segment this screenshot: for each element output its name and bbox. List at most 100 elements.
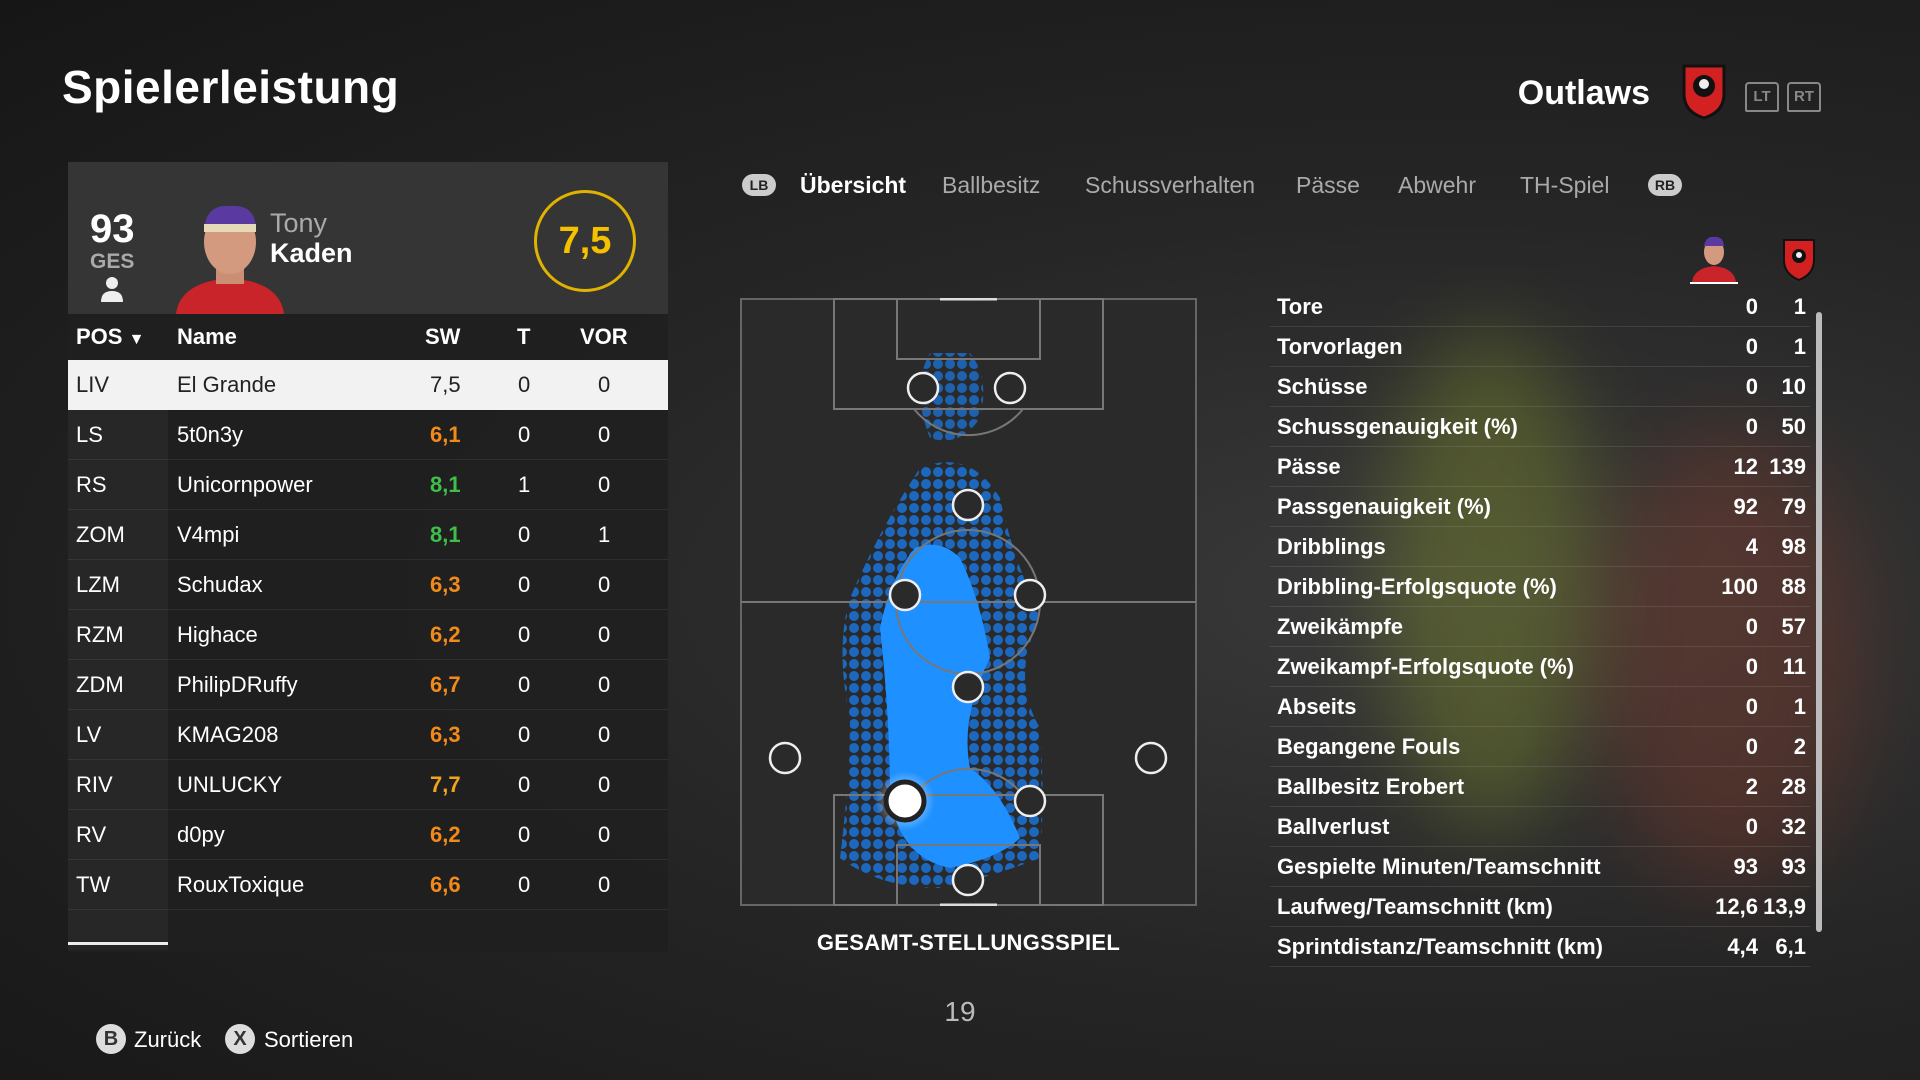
- header-vor[interactable]: VOR: [580, 324, 628, 350]
- cell-sw: 6,2: [430, 622, 461, 647]
- stats-list: Tore 0 1 Torvorlagen 0 1 Schüsse 0 10 Schussgenau…: [1270, 287, 1810, 967]
- cell-sw: 6,2: [430, 822, 461, 847]
- rt-trigger-icon[interactable]: RT: [1787, 82, 1821, 112]
- stat-label: Abseits: [1277, 694, 1357, 719]
- stat-player: 100: [1721, 574, 1758, 599]
- header-sw[interactable]: SW: [425, 324, 460, 350]
- stat-team: 79: [1781, 494, 1806, 519]
- stat-label: Ballbesitz Erobert: [1277, 774, 1465, 799]
- stat-label: Gespielte Minuten/Teamschnitt: [1277, 854, 1601, 879]
- stats-column-icons: [1690, 236, 1815, 284]
- cell-vor: 0: [598, 822, 611, 847]
- header-name[interactable]: Name: [177, 324, 237, 350]
- cell-t: 0: [518, 672, 531, 697]
- table-row[interactable]: RS Unicornpower 8,1 1 0: [68, 460, 668, 510]
- stats-scrollbar[interactable]: [1816, 312, 1822, 932]
- person-icon: [101, 277, 123, 302]
- stat-player: 2: [1745, 774, 1758, 799]
- cell-vor: 0: [598, 772, 611, 797]
- header-pos[interactable]: POS ▼: [76, 324, 144, 350]
- stat-row: Sprintdistanz/Teamschnitt (km) 4,4 6,1: [1270, 927, 1810, 967]
- table-row[interactable]: LS 5t0n3y 6,1 0 0: [68, 410, 668, 460]
- cell-name: V4mpi: [177, 522, 240, 547]
- cell-t: 0: [518, 572, 531, 597]
- tab-th-spiel[interactable]: TH-Spiel: [1520, 172, 1609, 199]
- cell-t: 0: [518, 522, 531, 547]
- tab-ballbesitz[interactable]: Ballbesitz: [942, 172, 1040, 199]
- cell-name: PhilipDRuffy: [177, 672, 298, 697]
- cell-t: 0: [518, 422, 531, 447]
- cell-vor: 1: [598, 522, 611, 547]
- table-row[interactable]: LIV El Grande 7,5 0 0: [68, 360, 668, 410]
- stat-row: Tore 0 1: [1270, 287, 1810, 327]
- table-header: POS ▼ Name SW T VOR: [68, 314, 668, 360]
- cell-name: Schudax: [177, 572, 263, 597]
- cell-pos: RS: [76, 472, 107, 497]
- table-row[interactable]: LZM Schudax 6,3 0 0: [68, 560, 668, 610]
- lb-button-icon[interactable]: LB: [742, 174, 776, 196]
- cell-name: UNLUCKY: [177, 772, 283, 797]
- stat-row: Schussgenauigkeit (%) 0 50: [1270, 407, 1810, 447]
- stat-label: Zweikampf-Erfolgsquote (%): [1277, 654, 1575, 679]
- tab-uebersicht[interactable]: Übersicht: [800, 172, 906, 199]
- cell-pos: RZM: [76, 622, 124, 647]
- back-button[interactable]: Zurück: [134, 1027, 201, 1053]
- stat-player: 12,6: [1715, 894, 1758, 919]
- player-panel: 93 GES Tony Kaden 7,5 POS ▼ Name SW T VO…: [68, 162, 668, 952]
- cell-t: 0: [518, 822, 531, 847]
- stat-team: 88: [1781, 574, 1806, 599]
- tab-abwehr[interactable]: Abwehr: [1398, 172, 1476, 199]
- stat-label: Pässe: [1277, 454, 1341, 479]
- cell-pos: RV: [76, 822, 107, 847]
- cell-vor: 0: [598, 622, 611, 647]
- stat-team: 13,9: [1763, 894, 1806, 919]
- player-last-name: Kaden: [270, 238, 353, 268]
- cell-pos: ZOM: [76, 522, 125, 547]
- stat-row: Ballbesitz Erobert 2 28: [1270, 767, 1810, 807]
- stat-player: 0: [1745, 414, 1758, 439]
- b-button-icon[interactable]: B: [96, 1024, 126, 1054]
- stat-player: 0: [1745, 334, 1758, 359]
- selected-player-marker: [883, 779, 927, 823]
- stat-player: 4,4: [1727, 934, 1758, 959]
- cell-name: Highace: [177, 622, 258, 647]
- stat-player: 0: [1745, 694, 1758, 719]
- stat-team: 98: [1781, 534, 1806, 559]
- stat-row: Ballverlust 0 32: [1270, 807, 1810, 847]
- x-button-icon[interactable]: X: [225, 1024, 255, 1054]
- stat-label: Passgenauigkeit (%): [1277, 494, 1491, 519]
- cell-pos: TW: [76, 872, 111, 897]
- rb-button-icon[interactable]: RB: [1648, 174, 1682, 196]
- cell-t: 1: [518, 472, 531, 497]
- tab-paesse[interactable]: Pässe: [1296, 172, 1360, 199]
- cell-pos: LS: [76, 422, 103, 447]
- table-row[interactable]: RV d0py 6,2 0 0: [68, 810, 668, 860]
- cell-sw: 7,7: [430, 772, 461, 797]
- table-row[interactable]: ZDM PhilipDRuffy 6,7 0 0: [68, 660, 668, 710]
- cell-sw: 6,3: [430, 572, 461, 597]
- cell-t: 0: [518, 722, 531, 747]
- cell-sw: 6,6: [430, 872, 461, 897]
- cell-sw: 6,3: [430, 722, 461, 747]
- cell-name: KMAG208: [177, 722, 279, 747]
- stat-label: Begangene Fouls: [1277, 734, 1461, 759]
- cell-vor: 0: [598, 722, 611, 747]
- table-row[interactable]: LV KMAG208 6,3 0 0: [68, 710, 668, 760]
- stat-row: Laufweg/Teamschnitt (km) 12,6 13,9: [1270, 887, 1810, 927]
- sort-button[interactable]: Sortieren: [264, 1027, 353, 1053]
- stat-team: 139: [1769, 454, 1806, 479]
- table-row[interactable]: RZM Highace 6,2 0 0: [68, 610, 668, 660]
- cell-vor: 0: [598, 572, 611, 597]
- cell-sw: 7,5: [430, 372, 461, 397]
- lt-trigger-icon[interactable]: LT: [1745, 82, 1779, 112]
- table-row[interactable]: TW RouxToxique 6,6 0 0: [68, 860, 668, 910]
- team-crest-icon: [1682, 64, 1726, 120]
- stat-team: 28: [1781, 774, 1806, 799]
- table-row[interactable]: ZOM V4mpi 8,1 0 1: [68, 510, 668, 560]
- stat-row: Abseits 0 1: [1270, 687, 1810, 727]
- cell-name: d0py: [177, 822, 225, 847]
- header-t[interactable]: T: [517, 324, 530, 350]
- cell-t: 0: [518, 772, 531, 797]
- table-row[interactable]: RIV UNLUCKY 7,7 0 0: [68, 760, 668, 810]
- tab-schussverhalten[interactable]: Schussverhalten: [1085, 172, 1255, 199]
